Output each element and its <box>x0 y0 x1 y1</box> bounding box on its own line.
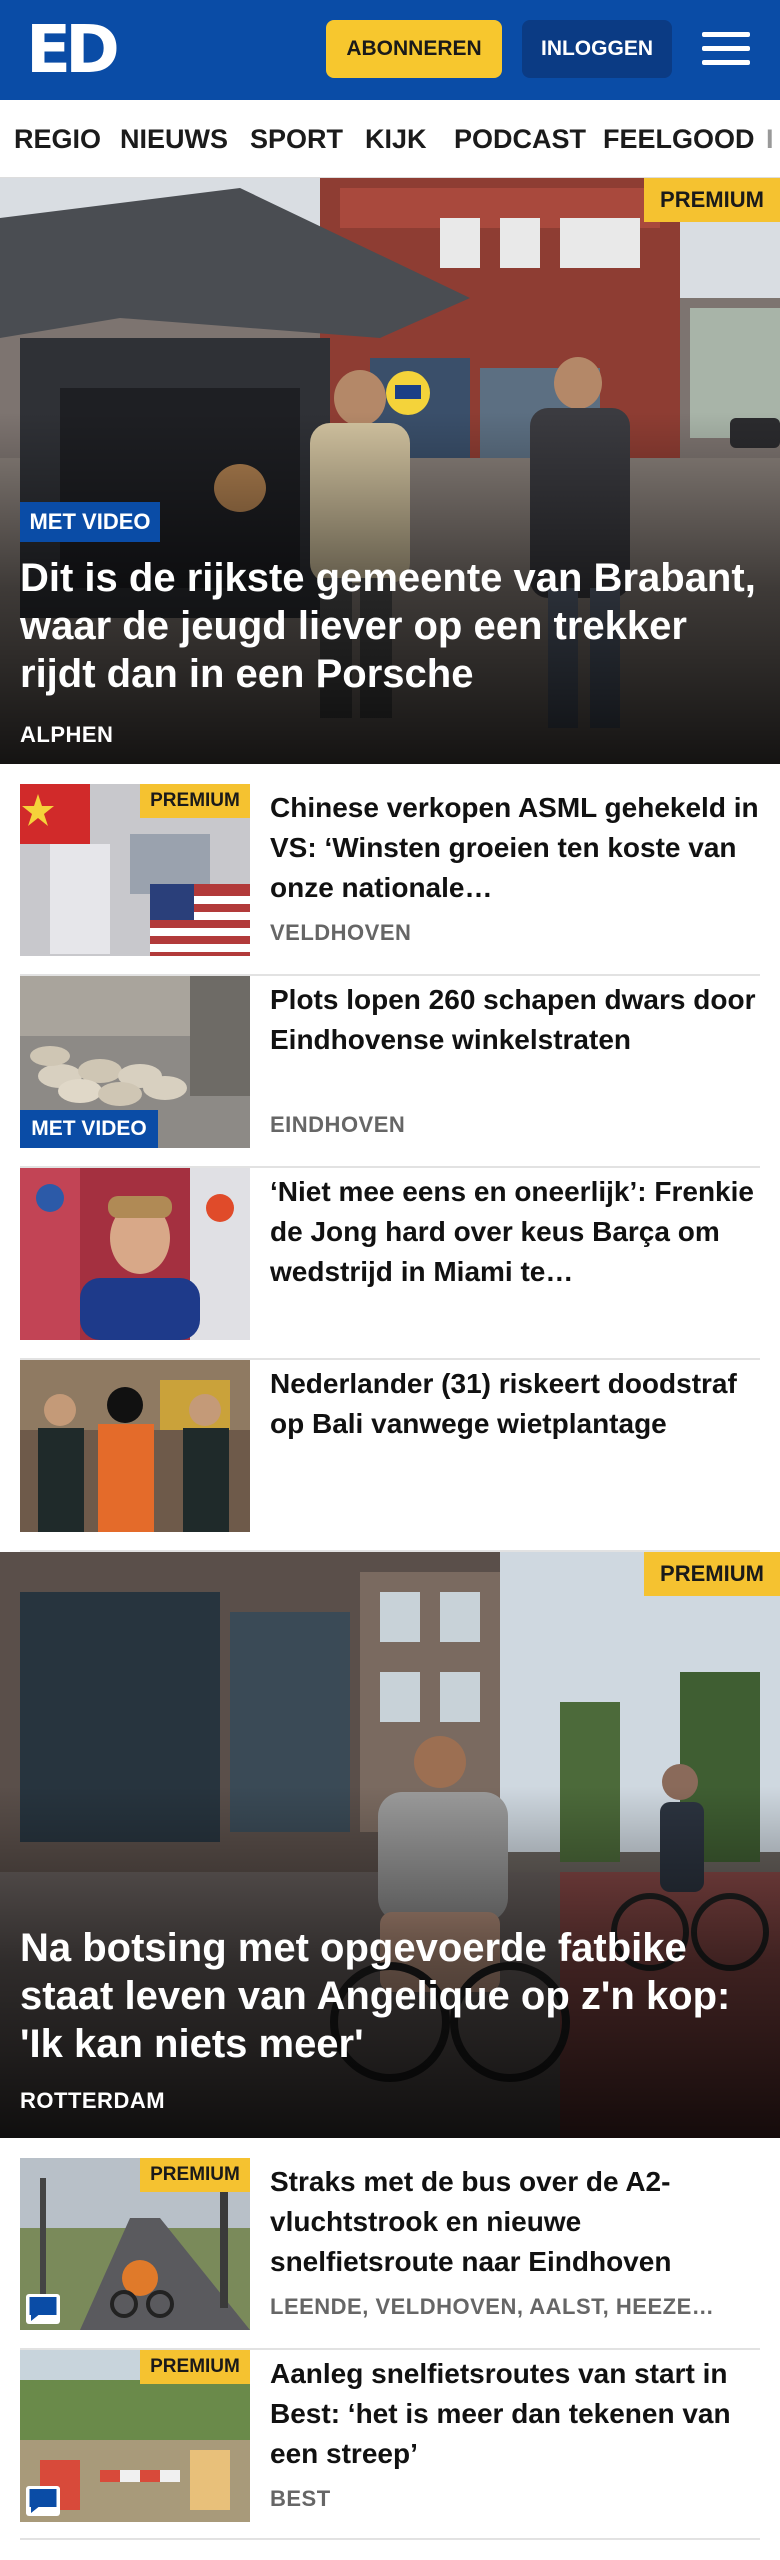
section-nav: REGIO NIEUWS SPORT KIJK PODCAST FEELGOOD… <box>0 100 780 178</box>
list-item[interactable]: MET VIDEO Plots lopen 260 schapen dwars … <box>20 976 760 1168</box>
premium-badge: PREMIUM <box>140 2350 250 2384</box>
video-badge: MET VIDEO <box>20 1110 158 1148</box>
article-headline[interactable]: Chinese verkopen ASML gehekeld in VS: ‘W… <box>270 788 760 908</box>
article-thumbnail <box>20 1168 250 1340</box>
premium-badge: PREMIUM <box>644 1552 780 1596</box>
premium-badge: PREMIUM <box>140 2158 250 2192</box>
article-thumbnail: PREMIUM <box>20 2350 250 2522</box>
hero-article-rotterdam[interactable]: PREMIUM Na botsing met opgevoerde fatbik… <box>0 1552 780 2138</box>
hero-headline[interactable]: Dit is de rijkste gemeente van Brabant, … <box>20 554 760 698</box>
hero-location: ALPHEN <box>20 722 114 747</box>
article-location: VELDHOVEN <box>270 920 412 945</box>
login-button[interactable]: INLOGGEN <box>522 20 672 78</box>
nav-item-feelgood[interactable]: FEELGOOD <box>603 100 755 177</box>
hamburger-menu-icon[interactable] <box>698 26 754 72</box>
article-headline[interactable]: Aanleg snelfietsroutes van start in Best… <box>270 2354 760 2474</box>
list-item[interactable]: PREMIUM Aanleg snelfietsroutes van start… <box>20 2350 760 2540</box>
video-badge: MET VIDEO <box>20 502 160 542</box>
list-item[interactable]: PREMIUM Chinese verkopen ASML gehekeld i… <box>20 784 760 976</box>
nav-item-podcast[interactable]: PODCAST <box>454 100 586 177</box>
nav-item-regio[interactable]: REGIO <box>14 100 101 177</box>
subscribe-button[interactable]: ABONNEREN <box>326 20 502 78</box>
article-thumbnail: MET VIDEO <box>20 976 250 1148</box>
list-item[interactable]: Nederlander (31) riskeert doodstraf op B… <box>20 1360 760 1552</box>
list-item[interactable]: ‘Niet mee eens en oneerlijk’: Frenkie de… <box>20 1168 760 1360</box>
premium-badge: PREMIUM <box>644 178 780 222</box>
comment-icon[interactable] <box>26 2294 60 2324</box>
article-thumbnail: PREMIUM <box>20 2158 250 2330</box>
premium-badge: PREMIUM <box>140 784 250 818</box>
comment-icon[interactable] <box>26 2486 60 2516</box>
article-location: LEENDE, VELDHOVEN, AALST, HEEZE… <box>270 2294 715 2319</box>
site-header: ED ABONNEREN INLOGGEN <box>0 0 780 100</box>
ed-logo[interactable]: ED <box>26 17 120 83</box>
list-item[interactable]: PREMIUM Straks met de bus over de A2-vlu… <box>20 2158 760 2350</box>
article-headline[interactable]: ‘Niet mee eens en oneerlijk’: Frenkie de… <box>270 1172 760 1292</box>
article-thumbnail <box>20 1360 250 1532</box>
article-thumbnail: PREMIUM <box>20 784 250 956</box>
article-headline[interactable]: Nederlander (31) riskeert doodstraf op B… <box>270 1364 760 1444</box>
nav-item-sport[interactable]: SPORT <box>250 100 343 177</box>
nav-item-kijk[interactable]: KIJK <box>365 100 427 177</box>
article-location: EINDHOVEN <box>270 1112 406 1137</box>
nav-item-more[interactable]: I <box>766 100 774 177</box>
hero-location: ROTTERDAM <box>20 2088 166 2113</box>
article-headline[interactable]: Straks met de bus over de A2-vluchtstroo… <box>270 2162 760 2282</box>
article-headline[interactable]: Plots lopen 260 schapen dwars door Eindh… <box>270 980 760 1060</box>
article-location: BEST <box>270 2486 331 2511</box>
hero-article-alphen[interactable]: PREMIUM MET VIDEO Dit is de rijkste geme… <box>0 178 780 764</box>
nav-item-nieuws[interactable]: NIEUWS <box>120 100 228 177</box>
hero-headline[interactable]: Na botsing met opgevoerde fatbike staat … <box>20 1924 760 2068</box>
